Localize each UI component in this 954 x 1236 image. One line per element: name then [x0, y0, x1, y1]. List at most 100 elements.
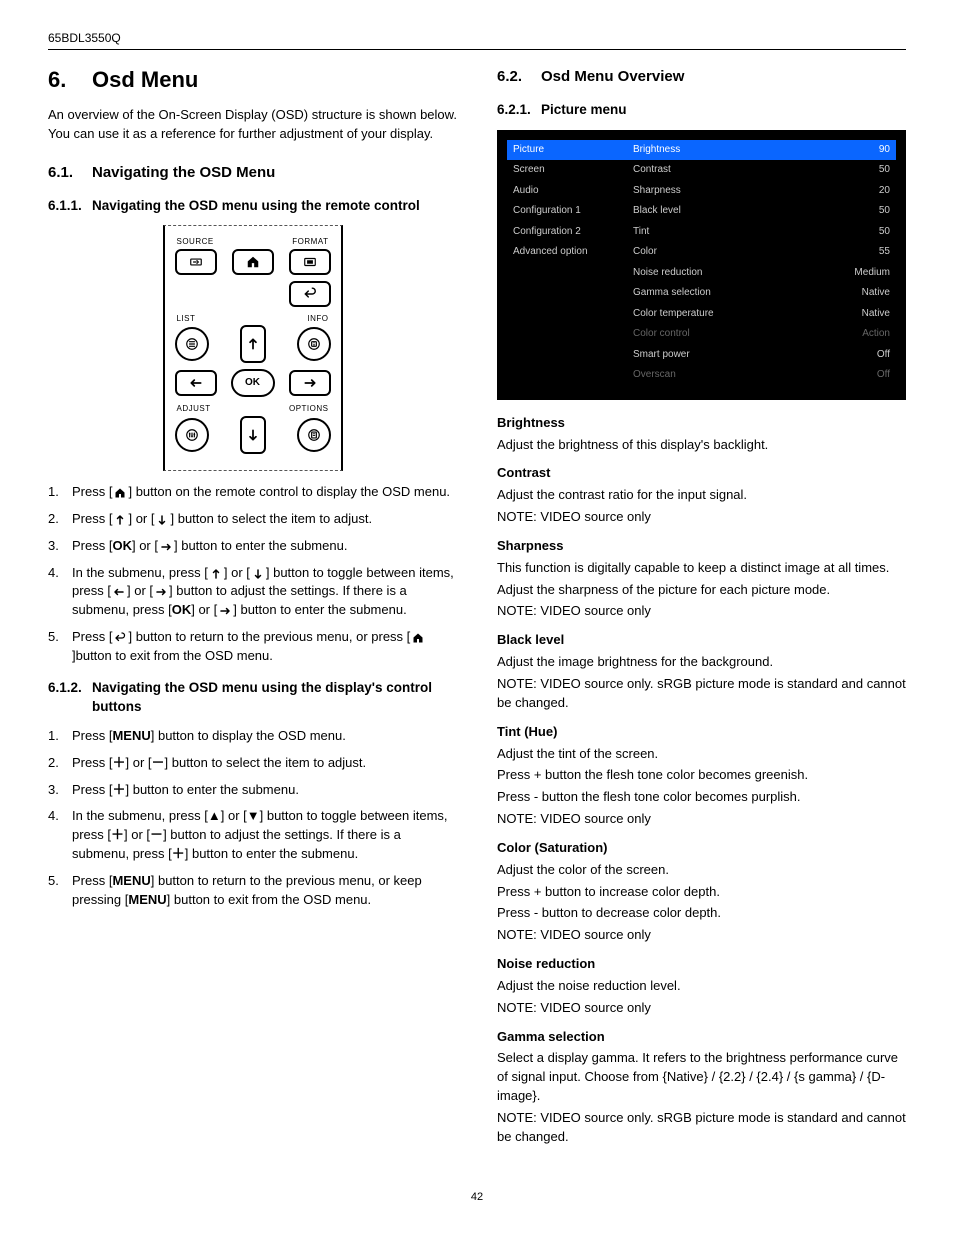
definition-body: Adjust the contrast ratio for the input … — [497, 486, 906, 527]
back-icon — [303, 287, 317, 301]
definition-term: Black level — [497, 631, 906, 650]
heading-text: Navigating the OSD Menu — [92, 162, 457, 184]
right-icon — [158, 540, 174, 554]
step-number: 5. — [48, 628, 72, 666]
definition-line: Adjust the image brightness for the back… — [497, 653, 906, 672]
step-text: In the submenu, press [] or [] button to… — [72, 564, 457, 621]
home-icon — [246, 255, 260, 269]
list-icon — [185, 337, 199, 351]
display-button-steps-list: 1.Press [MENU] button to display the OSD… — [48, 727, 457, 910]
osd-category-item: Screen — [507, 160, 627, 181]
osd-setting-row: Black level50 — [627, 201, 896, 222]
left-arrow-icon — [189, 376, 203, 390]
step-text: Press [MENU] button to return to the pre… — [72, 872, 457, 910]
definition-line: Adjust the brightness of this display's … — [497, 436, 906, 455]
ok-button: OK — [231, 369, 275, 397]
remote-label-source: SOURCE — [177, 236, 214, 248]
step-number: 5. — [48, 872, 72, 910]
heading-number: 6.1.1. — [48, 196, 92, 216]
remote-control-diagram: SOURCE FORMAT LIST INFO — [163, 225, 343, 471]
osd-setting-label: Tint — [633, 225, 649, 240]
step-text: Press [MENU] button to display the OSD m… — [72, 727, 457, 746]
step-item: 3.Press [＋] button to enter the submenu. — [48, 781, 457, 800]
definition-line: Press - button to decrease color depth. — [497, 904, 906, 923]
osd-category-item: Audio — [507, 181, 627, 202]
heading-text: Navigating the OSD menu using the remote… — [92, 196, 457, 216]
osd-setting-label: Sharpness — [633, 184, 681, 199]
section-6-2-1-heading: 6.2.1. Picture menu — [497, 100, 906, 120]
osd-setting-value: 50 — [879, 225, 890, 240]
osd-setting-label: Overscan — [633, 368, 676, 383]
definition-line: Press - button the flesh tone color beco… — [497, 788, 906, 807]
down-icon — [154, 513, 170, 527]
left-button — [175, 370, 217, 396]
definition-line: Adjust the color of the screen. — [497, 861, 906, 880]
model-number: 65BDL3550Q — [48, 31, 121, 45]
list-button — [175, 327, 209, 361]
remote-label-info: INFO — [307, 313, 328, 325]
osd-setting-label: Brightness — [633, 143, 680, 158]
step-number: 3. — [48, 537, 72, 556]
osd-setting-value: 50 — [879, 163, 890, 178]
definition-term: Contrast — [497, 464, 906, 483]
definition-line: Press + button the flesh tone color beco… — [497, 766, 906, 785]
back-icon — [112, 631, 128, 645]
osd-setting-row: Brightness90 — [627, 140, 896, 161]
definition-term: Gamma selection — [497, 1028, 906, 1047]
osd-setting-value: 55 — [879, 245, 890, 260]
osd-category-item: Configuration 2 — [507, 222, 627, 243]
page-header: 65BDL3550Q — [48, 30, 906, 50]
section-6-1-2-heading: 6.1.2. Navigating the OSD menu using the… — [48, 678, 457, 717]
right-button — [289, 370, 331, 396]
ok-label: OK — [245, 376, 260, 391]
osd-setting-label: Black level — [633, 204, 681, 219]
section-6-1-1-heading: 6.1.1. Navigating the OSD menu using the… — [48, 196, 457, 216]
osd-setting-value: Native — [862, 286, 890, 301]
intro-paragraph: An overview of the On-Screen Display (OS… — [48, 106, 457, 144]
remote-steps-list: 1.Press [] button on the remote control … — [48, 483, 457, 666]
definition-term: Brightness — [497, 414, 906, 433]
definition-line: NOTE: VIDEO source only — [497, 508, 906, 527]
page-number: 42 — [48, 1190, 906, 1206]
definition-body: This function is digitally capable to ke… — [497, 559, 906, 622]
home-icon — [410, 631, 426, 645]
step-item: 5.Press [] button to return to the previ… — [48, 628, 457, 666]
step-number: 2. — [48, 510, 72, 529]
heading-text: Osd Menu Overview — [541, 66, 906, 88]
definition-line: Select a display gamma. It refers to the… — [497, 1049, 906, 1106]
up-icon — [112, 513, 128, 527]
definition-line: Adjust the contrast ratio for the input … — [497, 486, 906, 505]
heading-number: 6.1. — [48, 162, 92, 184]
osd-setting-label: Color — [633, 245, 657, 260]
step-text: Press [] button to return to the previou… — [72, 628, 457, 666]
osd-setting-label: Smart power — [633, 348, 690, 363]
osd-left-panel: PictureScreenAudioConfiguration 1Configu… — [507, 140, 627, 386]
definition-line: NOTE: VIDEO source only — [497, 602, 906, 621]
format-button — [289, 249, 331, 275]
step-number: 3. — [48, 781, 72, 800]
definition-term: Color (Saturation) — [497, 839, 906, 858]
source-icon — [189, 255, 203, 269]
up-icon — [208, 567, 224, 581]
definitions-list: Brightness Adjust the brightness of this … — [497, 414, 906, 1147]
osd-setting-row: Gamma selectionNative — [627, 283, 896, 304]
heading-number: 6.2. — [497, 66, 541, 88]
up-arrow-icon — [246, 337, 260, 351]
step-text: Press [＋] button to enter the submenu. — [72, 781, 457, 800]
definition-line: NOTE: VIDEO source only — [497, 999, 906, 1018]
heading-text: Picture menu — [541, 100, 906, 120]
step-number: 1. — [48, 483, 72, 502]
osd-setting-row: Color 55 — [627, 242, 896, 263]
adjust-button — [175, 418, 209, 452]
info-icon — [307, 337, 321, 351]
heading-text: Osd Menu — [92, 67, 198, 92]
up-button — [240, 325, 266, 363]
osd-setting-row: Sharpness20 — [627, 181, 896, 202]
home-button — [232, 249, 274, 275]
step-item: 4.In the submenu, press [] or [] button … — [48, 564, 457, 621]
step-number: 4. — [48, 807, 72, 864]
osd-setting-label: Color control — [633, 327, 690, 342]
right-column: 6.2. Osd Menu Overview 6.2.1. Picture me… — [497, 64, 906, 1149]
osd-setting-row: Noise reductionMedium — [627, 263, 896, 284]
down-arrow-icon — [246, 428, 260, 442]
